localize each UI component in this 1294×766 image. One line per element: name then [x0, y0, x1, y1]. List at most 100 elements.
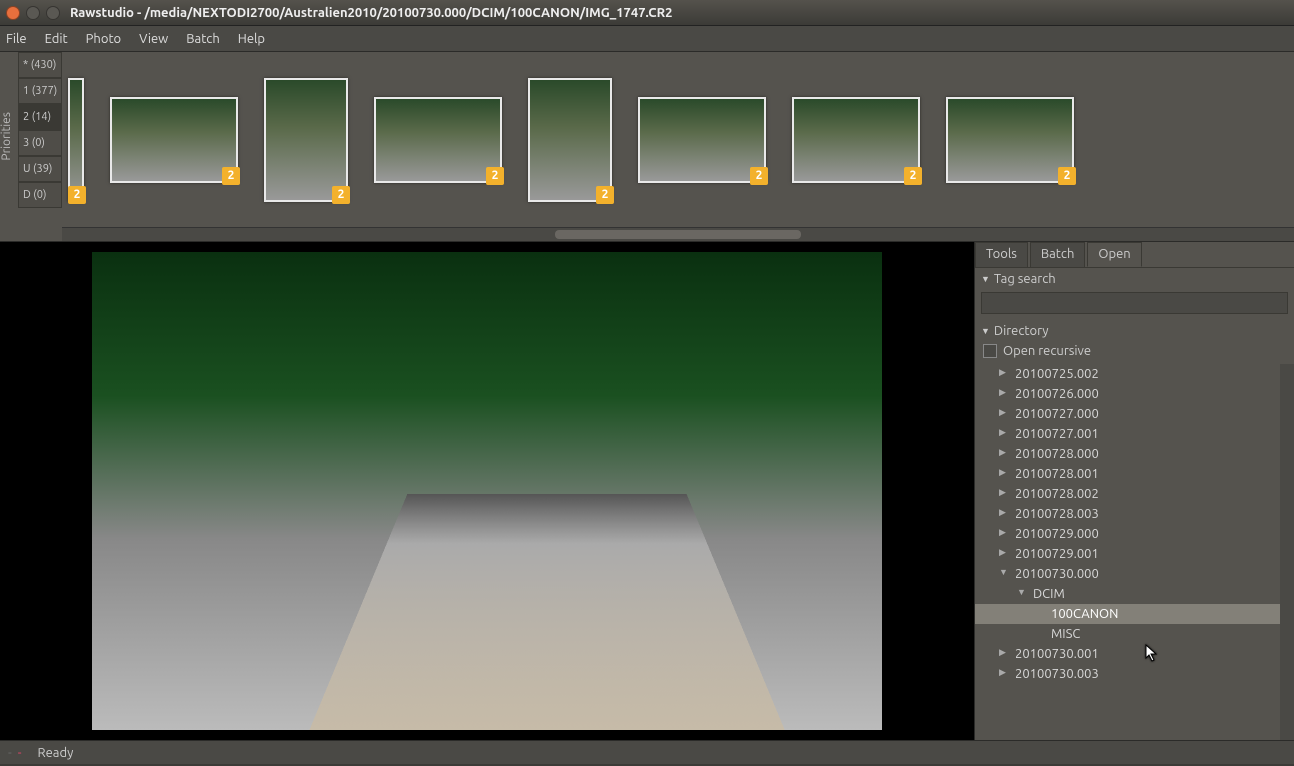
tree-item-label: 20100728.001: [1015, 467, 1099, 481]
chevron-right-icon[interactable]: ▶: [999, 547, 1006, 558]
preview-pane: [0, 242, 974, 740]
tree-item-label: 20100728.000: [1015, 447, 1099, 461]
tree-item[interactable]: ▶ 20100727.000: [975, 404, 1280, 424]
thumbnail[interactable]: 2: [110, 97, 238, 183]
statusbar: - - Ready: [0, 740, 1294, 764]
menu-batch[interactable]: Batch: [186, 32, 220, 46]
menu-help[interactable]: Help: [238, 32, 265, 46]
window-title: Rawstudio - /media/NEXTODI2700/Australie…: [70, 6, 672, 20]
chevron-right-icon[interactable]: ▶: [999, 427, 1006, 438]
priority-3[interactable]: 3 (0): [18, 130, 62, 156]
thumbnail[interactable]: 2: [792, 97, 920, 183]
tree-item-label: 20100728.002: [1015, 487, 1099, 501]
chevron-right-icon[interactable]: ▶: [999, 487, 1006, 498]
maximize-icon[interactable]: [46, 6, 60, 20]
menu-edit[interactable]: Edit: [45, 32, 68, 46]
open-recursive-checkbox[interactable]: [983, 344, 997, 358]
open-recursive-row[interactable]: Open recursive: [975, 342, 1294, 364]
priority-1[interactable]: 1 (377): [18, 78, 62, 104]
directory-header[interactable]: ▼ Directory: [975, 320, 1294, 342]
tag-search-label: Tag search: [994, 272, 1056, 286]
thumbnail-scrollbar[interactable]: [62, 227, 1294, 241]
priority-badge: 2: [750, 167, 768, 185]
tag-search-input[interactable]: [981, 292, 1288, 314]
chevron-right-icon[interactable]: ▶: [999, 507, 1006, 518]
priority-u[interactable]: U (39): [18, 156, 62, 182]
tree-item-label: 20100727.000: [1015, 407, 1099, 421]
thumbnail[interactable]: 2: [374, 97, 502, 183]
tab-open[interactable]: Open: [1087, 242, 1141, 267]
tree-item[interactable]: ▶ 20100728.000: [975, 444, 1280, 464]
tree-item[interactable]: ▼ 20100730.000: [975, 564, 1280, 584]
chevron-right-icon[interactable]: ▶: [999, 367, 1006, 378]
tree-item[interactable]: MISC: [975, 624, 1280, 644]
tree-item-label: 20100730.001: [1015, 647, 1099, 661]
directory-tree[interactable]: ▶20100725.002▶20100726.000▶20100727.000▶…: [975, 364, 1280, 740]
thumbnail[interactable]: 2: [528, 78, 612, 202]
thumbnail[interactable]: 2: [946, 97, 1074, 183]
menubar: File Edit Photo View Batch Help: [0, 26, 1294, 52]
preview-image[interactable]: [92, 252, 882, 730]
chevron-right-icon[interactable]: ▶: [999, 387, 1006, 398]
titlebar: Rawstudio - /media/NEXTODI2700/Australie…: [0, 0, 1294, 26]
tree-item-label: 100CANON: [1051, 607, 1118, 621]
chevron-right-icon[interactable]: ▶: [999, 527, 1006, 538]
menu-photo[interactable]: Photo: [86, 32, 122, 46]
chevron-right-icon[interactable]: ▶: [999, 667, 1006, 678]
thumbnail[interactable]: 2: [638, 97, 766, 183]
tree-item-label: 20100725.002: [1015, 367, 1099, 381]
chevron-down-icon: ▼: [981, 274, 990, 284]
tree-item[interactable]: ▶20100728.003: [975, 504, 1280, 524]
tree-item[interactable]: ▶ 20100727.001: [975, 424, 1280, 444]
priorities-label: Priorities: [0, 112, 13, 161]
chevron-down-icon[interactable]: ▼: [999, 567, 1008, 577]
tree-item[interactable]: ▼DCIM: [975, 584, 1280, 604]
status-indicator-2: -: [18, 746, 22, 760]
tab-batch[interactable]: Batch: [1030, 242, 1086, 267]
tree-item[interactable]: ▶20100730.003: [975, 664, 1280, 684]
close-icon[interactable]: [6, 6, 20, 20]
tree-item-label: 20100729.001: [1015, 547, 1099, 561]
tree-item-label: 20100730.000: [1015, 567, 1099, 581]
thumbnail[interactable]: 2: [264, 78, 348, 202]
tree-item[interactable]: ▶ 20100728.001: [975, 464, 1280, 484]
tree-item[interactable]: 100CANON: [975, 604, 1280, 624]
sidebar-tabs: Tools Batch Open: [975, 242, 1294, 268]
minimize-icon[interactable]: [26, 6, 40, 20]
tree-scrollbar[interactable]: [1280, 364, 1294, 740]
thumbnail-scrollbar-thumb[interactable]: [555, 230, 801, 239]
tree-item-label: 20100727.001: [1015, 427, 1099, 441]
thumbnail-area: Priorities * (430) 1 (377) 2 (14) 3 (0) …: [0, 52, 1294, 242]
chevron-right-icon[interactable]: ▶: [999, 407, 1006, 418]
tab-tools[interactable]: Tools: [975, 242, 1028, 267]
chevron-down-icon[interactable]: ▼: [1017, 587, 1026, 597]
thumbnail[interactable]: 2: [68, 78, 84, 202]
priority-2[interactable]: 2 (14): [18, 104, 62, 130]
priority-badge: 2: [1058, 167, 1076, 185]
priorities-panel: Priorities * (430) 1 (377) 2 (14) 3 (0) …: [0, 52, 62, 241]
priority-badge: 2: [332, 186, 350, 204]
chevron-right-icon[interactable]: ▶: [999, 447, 1006, 458]
menu-file[interactable]: File: [6, 32, 27, 46]
chevron-right-icon[interactable]: ▶: [999, 647, 1006, 658]
tag-search-header[interactable]: ▼ Tag search: [975, 268, 1294, 290]
tree-item[interactable]: ▶ 20100729.000: [975, 524, 1280, 544]
chevron-down-icon: ▼: [981, 326, 990, 336]
priority-badge: 2: [222, 167, 240, 185]
priority-badge: 2: [904, 167, 922, 185]
menu-view[interactable]: View: [139, 32, 168, 46]
tree-item[interactable]: ▶ 20100728.002: [975, 484, 1280, 504]
tree-item[interactable]: ▶ 20100729.001: [975, 544, 1280, 564]
tree-item[interactable]: ▶20100726.000: [975, 384, 1280, 404]
tree-item[interactable]: ▶ 20100730.001: [975, 644, 1280, 664]
priority-all[interactable]: * (430): [18, 52, 62, 78]
priority-d[interactable]: D (0): [18, 182, 62, 208]
chevron-right-icon[interactable]: ▶: [999, 467, 1006, 478]
directory-label: Directory: [994, 324, 1049, 338]
tree-item-label: 20100729.000: [1015, 527, 1099, 541]
tree-item[interactable]: ▶ 20100725.002: [975, 364, 1280, 384]
status-indicator-1: -: [8, 746, 12, 760]
thumbnails-row: 22222222: [62, 52, 1294, 227]
window-controls: [6, 6, 60, 20]
sidebar: Tools Batch Open ▼ Tag search ▼ Director…: [974, 242, 1294, 740]
